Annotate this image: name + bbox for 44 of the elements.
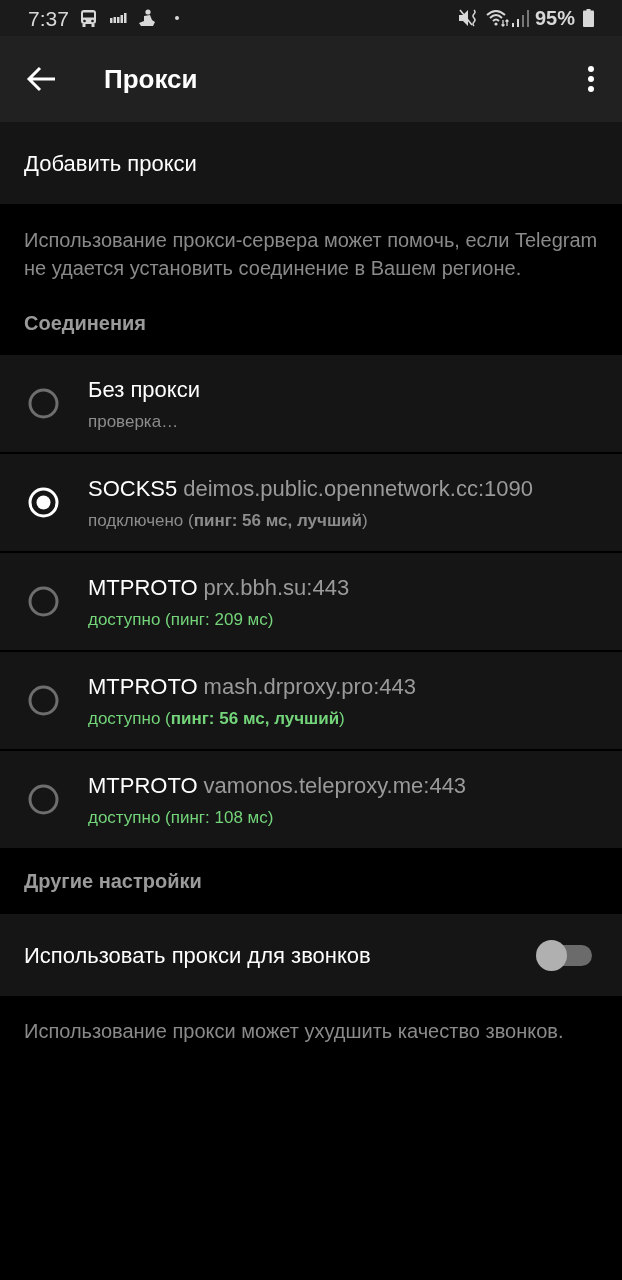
radio-button[interactable] (28, 586, 59, 617)
more-options-icon[interactable] (588, 66, 594, 92)
protocol-label: SOCKS5 (88, 474, 178, 503)
mute-vibrate-icon (458, 9, 478, 27)
bus-icon (80, 9, 96, 27)
protocol-label: MTPROTO (88, 771, 198, 800)
setting-label: Использовать прокси для звонков (24, 941, 372, 970)
proxy-status: доступно (пинг: 108 мс) (88, 806, 275, 829)
person-icon (138, 9, 156, 27)
proxy-status: проверка… (88, 410, 180, 433)
protocol-label: MTPROTO (88, 573, 198, 602)
proxy-list-item[interactable]: SOCKS5 deimos.public.opennetwork.cc:1090 подключено (пинг: 56 мс, лучший) (0, 454, 622, 551)
proxy-status: доступно (пинг: 209 мс) (88, 608, 275, 631)
radio-button[interactable] (28, 388, 59, 419)
footer-text: Использование прокси может ухудшить качество звонков. (23, 1019, 565, 1044)
info-text: Использование прокси-сервера может помочь, если Telegram не удается установить соединение в Вашем регионе. (24, 228, 598, 281)
radio-button[interactable] (28, 784, 59, 815)
proxy-address: prx.bbh.su:443 (203, 573, 350, 602)
proxy-address: vamonos.teleproxy.me:443 (203, 771, 467, 800)
signal-bars-icon (109, 13, 127, 23)
proxy-list-item[interactable]: MTPROTO vamonos.teleproxy.me:443 доступно (пинг: 108 мс) (0, 751, 622, 848)
dot-icon (174, 16, 179, 20)
proxy-address: mash.drproxy.pro:443 (203, 672, 416, 701)
cell-signal-icon (511, 9, 529, 27)
battery-percent: 95% (534, 8, 575, 28)
wifi-icon (485, 9, 510, 27)
back-arrow-icon[interactable] (26, 66, 56, 92)
clock-time: 7:37 (28, 7, 69, 29)
proxy-status: доступно (пинг: 56 мс, лучший) (88, 707, 346, 730)
toggle-switch[interactable] (536, 939, 592, 971)
section-header: Другие настройки (24, 869, 202, 894)
proxy-list-item[interactable]: Без прокси проверка… (0, 355, 622, 452)
section-header: Соединения (24, 311, 148, 336)
protocol-label: MTPROTO (88, 672, 198, 701)
battery-icon (583, 9, 594, 27)
radio-button[interactable] (28, 685, 59, 716)
add-proxy-button[interactable]: Добавить прокси (0, 122, 622, 204)
screen-title: Прокси (104, 62, 198, 96)
proxy-list-item[interactable]: MTPROTO prx.bbh.su:443 доступно (пинг: 209 мс) (0, 553, 622, 650)
proxy-status: подключено (пинг: 56 мс, лучший) (88, 509, 369, 532)
proxy-address: deimos.public.opennetwork.cc:1090 (183, 474, 534, 503)
proxy-title: Без прокси (88, 375, 200, 404)
setting-row[interactable]: Использовать прокси для звонков (0, 914, 622, 996)
proxy-list-item[interactable]: MTPROTO mash.drproxy.pro:443 доступно (пинг: 56 мс, лучший) (0, 652, 622, 749)
